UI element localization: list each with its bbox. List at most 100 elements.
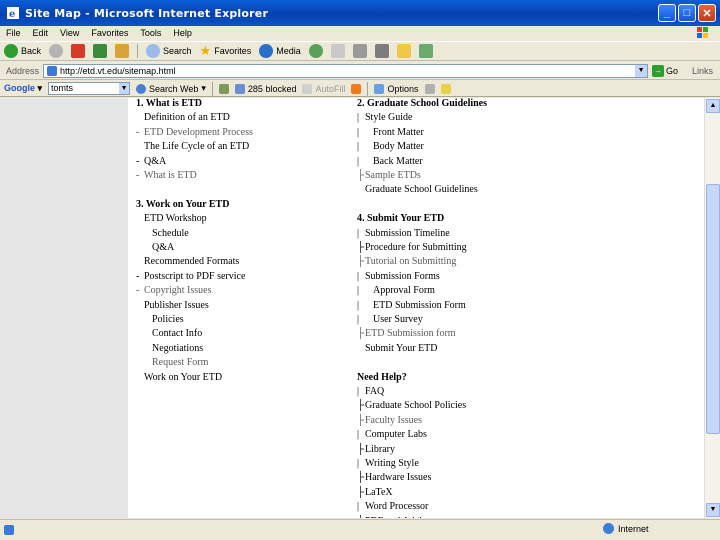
tree-connector: | [357, 501, 360, 513]
sitemap-link[interactable]: The Life Cycle of an ETD [144, 141, 249, 152]
sitemap-link[interactable]: | Front Matter [357, 127, 424, 138]
sitemap-link[interactable]: | Writing Style [357, 458, 419, 469]
sitemap-link[interactable]: | ETD Submission Form [357, 300, 466, 311]
sitemap-link[interactable]: | Submission Forms [357, 271, 440, 282]
sitemap-link[interactable]: ├ETD Submission form [357, 328, 456, 339]
sitemap-link[interactable]: Request Form [152, 357, 208, 368]
tree-connector: ├ [357, 328, 365, 340]
sitemap-link[interactable]: - Copyright Issues [136, 285, 212, 296]
tree-connector: ├ [357, 170, 365, 181]
menu-edit[interactable]: Edit [33, 28, 49, 38]
sitemap-link[interactable]: Negotiations [152, 343, 203, 354]
status-bar: Internet [0, 519, 720, 540]
sitemap-link[interactable]: - What is ETD [136, 170, 197, 181]
sitemap-link[interactable]: | Style Guide [357, 112, 413, 123]
tree-connector: | [357, 314, 360, 325]
sitemap-link[interactable]: - Q&A [136, 156, 166, 167]
sitemap-link[interactable]: Publisher Issues [144, 300, 209, 311]
popup-blocked-icon [234, 83, 245, 94]
sitemap-link[interactable]: Work on Your ETD [144, 372, 222, 383]
sitemap-link[interactable]: ├Faculty Issues [357, 415, 422, 426]
tree-connector: ├ [357, 472, 365, 484]
sitemap-link[interactable]: | User Survey [357, 314, 423, 325]
vertical-scrollbar[interactable]: ▲ ▼ [704, 98, 720, 518]
minimize-button[interactable]: _ [658, 4, 676, 22]
refresh-icon[interactable] [93, 44, 108, 58]
google-logo[interactable]: Google ▾ [4, 83, 42, 94]
mail-icon[interactable] [330, 44, 345, 58]
menu-view[interactable]: View [60, 28, 79, 38]
messenger-icon[interactable] [418, 44, 433, 58]
maximize-button[interactable]: □ [678, 4, 696, 22]
pagerank-icon[interactable] [218, 83, 229, 94]
scroll-up-icon[interactable]: ▲ [706, 99, 720, 113]
google-search-input[interactable]: tomts ▼ [48, 82, 131, 95]
sitemap-link[interactable]: ├Graduate School Policies [357, 400, 466, 411]
sitemap-link[interactable]: Definition of an ETD [144, 112, 230, 123]
blogger-icon[interactable] [351, 83, 362, 94]
favorites-button[interactable]: ★ Favorites [200, 43, 252, 59]
menu-favorites[interactable]: Favorites [91, 28, 128, 38]
options-button[interactable]: Options [374, 83, 419, 94]
search-web-button[interactable]: Search Web ▾ [136, 83, 206, 94]
sitemap-link[interactable]: ├Hardware Issues [357, 472, 431, 483]
tree-connector: | [357, 386, 360, 397]
sitemap-link[interactable]: | Word Processor [357, 501, 428, 512]
sitemap-link[interactable]: Graduate School Guidelines [365, 184, 478, 195]
sitemap-link[interactable]: | FAQ [357, 386, 384, 397]
scroll-thumb[interactable] [706, 184, 720, 434]
chevron-down-icon[interactable]: ▼ [635, 64, 648, 77]
sitemap-link[interactable]: ├Tutorial on Submitting [357, 256, 456, 267]
sitemap-link[interactable]: Contact Info [152, 328, 202, 339]
menu-file[interactable]: File [6, 28, 21, 38]
close-button[interactable]: ✕ [698, 4, 716, 22]
search-button[interactable]: Search [146, 44, 192, 58]
media-icon [259, 44, 274, 58]
sitemap-link[interactable]: | Computer Labs [357, 429, 427, 440]
folder-icon[interactable] [396, 44, 411, 58]
back-button[interactable]: Back [4, 44, 41, 58]
sitemap-link[interactable]: - Postscript to PDF service [136, 271, 245, 282]
sitemap-link[interactable]: | Body Matter [357, 141, 424, 152]
links-button[interactable]: Links [692, 66, 713, 76]
stop-icon[interactable] [71, 44, 86, 58]
sitemap-link[interactable]: ETD Workshop [144, 213, 207, 224]
history-icon[interactable] [308, 44, 323, 58]
scroll-down-icon[interactable]: ▼ [706, 503, 720, 517]
sitemap-link[interactable]: | Approval Form [357, 285, 435, 296]
sitemap-link[interactable]: | Back Matter [357, 156, 423, 167]
sitemap-link[interactable]: Recommended Formats [144, 256, 239, 267]
sitemap-link[interactable]: Policies [152, 314, 184, 325]
popup-blocker-button[interactable]: 285 blocked [234, 83, 296, 94]
tree-connector: | [357, 285, 360, 297]
sitemap-link[interactable]: Schedule [152, 228, 189, 239]
sitemap-link[interactable]: ├Library [357, 444, 395, 455]
tree-connector: ├ [357, 516, 365, 518]
pen-icon[interactable] [424, 83, 435, 94]
sitemap-link[interactable]: ├PDF and Adobe [357, 516, 429, 518]
media-button[interactable]: Media [259, 44, 301, 58]
sitemap-link[interactable]: Q&A [152, 242, 174, 253]
options-icon [374, 83, 385, 94]
toolbar-divider [137, 44, 139, 58]
star-icon: ★ [199, 43, 212, 58]
sitemap-link[interactable]: ├Sample ETDs [357, 170, 421, 181]
highlight-icon[interactable] [440, 83, 451, 94]
print-icon[interactable] [352, 44, 367, 58]
tree-connector: | [357, 429, 360, 441]
sitemap-link[interactable]: Submit Your ETD [365, 343, 438, 354]
sitemap-link[interactable]: ├Procedure for Submitting [357, 242, 467, 253]
sitemap-link[interactable]: ├LaTeX [357, 487, 393, 498]
address-label: Address [6, 65, 40, 76]
chevron-down-icon[interactable]: ▼ [119, 83, 130, 94]
home-icon[interactable] [115, 44, 130, 58]
forward-button[interactable] [49, 44, 64, 58]
zone-label: Internet [618, 523, 649, 534]
menu-tools[interactable]: Tools [140, 28, 161, 38]
menu-help[interactable]: Help [173, 28, 192, 38]
edit-icon[interactable] [374, 44, 389, 58]
sitemap-link[interactable]: | Submission Timeline [357, 228, 450, 239]
sitemap-link[interactable]: - ETD Development Process [136, 127, 253, 138]
address-input[interactable]: http://etd.vt.edu/sitemap.html ▼ [43, 63, 649, 78]
go-button[interactable]: → Go [652, 64, 678, 77]
